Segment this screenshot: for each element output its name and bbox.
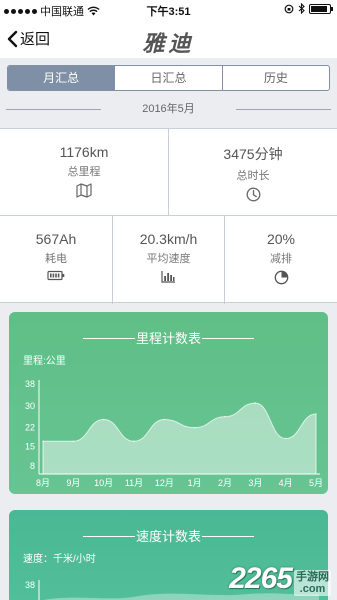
- x-tick-label: 10月: [94, 478, 113, 488]
- y-tick-label: 15: [25, 442, 35, 452]
- bluetooth-icon: [298, 3, 305, 14]
- stat-label: 平均速度: [146, 253, 191, 265]
- y-tick-label: 38: [25, 379, 35, 389]
- battery-icon: [309, 3, 333, 14]
- data-point: [254, 402, 257, 404]
- x-tick-label: 9月: [66, 478, 80, 488]
- watermark-text: 手游网 .com: [294, 570, 331, 596]
- y-tick-label: 8: [30, 461, 35, 471]
- divider-right: [236, 109, 331, 110]
- tab-monthly[interactable]: 月汇总: [8, 66, 115, 90]
- brand-logo: 雅迪: [142, 31, 195, 56]
- tab-history[interactable]: 历史: [221, 66, 329, 90]
- stat-energy-used: 567Ah 耗电: [0, 231, 112, 281]
- data-point: [224, 415, 226, 418]
- mileage-chart-card: 里程计数表 里程:公里 8 15 22 30 38 8月 9月 10月 11月 12月 1月 2月 3月…: [9, 312, 328, 494]
- data-point: [193, 426, 196, 429]
- stat-label: 减排: [270, 253, 292, 265]
- map-icon: [76, 183, 92, 198]
- stat-total-mileage: 1176km 总里程: [0, 144, 168, 198]
- stat-value: 20%: [266, 231, 296, 247]
- stat-value: 567Ah: [35, 231, 77, 247]
- data-point: [42, 440, 44, 443]
- mileage-area-series: [42, 402, 317, 475]
- x-tick-label: 4月: [279, 478, 293, 488]
- data-point: [163, 418, 166, 421]
- watermark-number: 2265: [229, 562, 293, 595]
- y-tick-label: 38: [25, 580, 35, 590]
- x-tick-label: 8月: [36, 478, 50, 488]
- y-tick-label: 22: [25, 423, 35, 433]
- stat-label: 总里程: [67, 166, 101, 178]
- stats-row-divider: [0, 215, 337, 216]
- stat-value: 3475分钟: [223, 146, 283, 162]
- stats-panel: 1176km 总里程 3475分钟 总时长 567Ah 耗电 20.3km/h …: [0, 128, 337, 304]
- tab-daily[interactable]: 日汇总: [114, 66, 221, 90]
- clock-icon: [246, 187, 260, 202]
- stat-emission-reduction: 20% 减排: [225, 231, 337, 285]
- stat-label: 总时长: [236, 170, 270, 182]
- x-tick-label: 11月: [125, 478, 143, 488]
- mileage-area-chart: 8 15 22 30 38 8月 9月 10月 11月 12月 1月 2月 3月 4月 5月: [25, 379, 323, 488]
- bar-chart-icon: [161, 271, 175, 283]
- y-tick-label: 30: [25, 401, 35, 411]
- watermark-text-line1: 手游网: [296, 571, 329, 583]
- data-point: [284, 437, 287, 440]
- stat-label: 耗电: [45, 253, 67, 265]
- stat-value: 1176km: [59, 144, 109, 160]
- site-watermark: 2265 手游网 .com: [229, 562, 331, 596]
- divider-left: [6, 109, 101, 110]
- period-header: 2016年5月: [0, 98, 337, 120]
- summary-tabs: 月汇总 日汇总 历史: [7, 65, 330, 91]
- watermark-text-line2: .com: [299, 583, 326, 595]
- data-point: [133, 440, 135, 443]
- x-tick-label: 1月: [188, 478, 202, 488]
- navigation-bar: 返回 雅迪: [0, 20, 337, 58]
- stat-value: 20.3km/h: [139, 231, 198, 247]
- rotation-lock-icon: [284, 4, 294, 13]
- stat-total-duration: 3475分钟 总时长: [169, 144, 337, 202]
- x-tick-label: 5月: [309, 478, 323, 488]
- x-tick-label: 12月: [155, 478, 174, 488]
- data-point: [72, 440, 75, 443]
- data-point: [315, 413, 317, 415]
- period-label: 2016年5月: [142, 103, 195, 115]
- pie-chart-icon: [274, 270, 288, 285]
- x-tick-label: 3月: [248, 478, 262, 488]
- data-point: [102, 418, 105, 421]
- battery-icon: [47, 270, 65, 281]
- status-bar: 中国联通 下午3:51: [0, 0, 337, 20]
- stat-average-speed: 20.3km/h 平均速度: [113, 231, 224, 283]
- x-tick-label: 2月: [218, 478, 232, 488]
